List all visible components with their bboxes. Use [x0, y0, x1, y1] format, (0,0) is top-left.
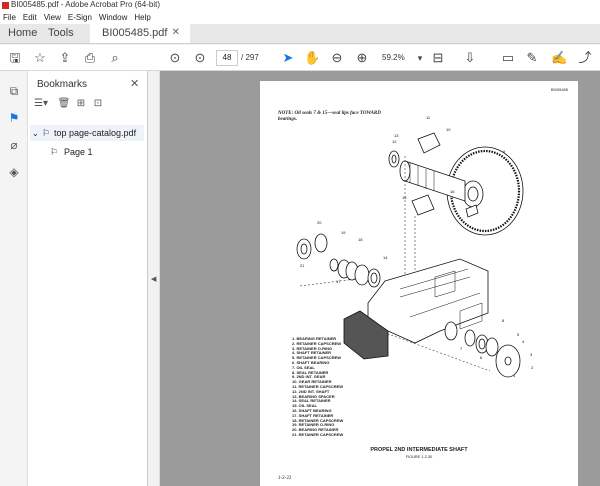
close-tab-icon[interactable]: ✕: [172, 23, 180, 43]
print-icon[interactable]: ⎙: [82, 50, 98, 66]
callout: 19: [341, 230, 346, 235]
callout: 21: [300, 263, 305, 268]
menu-window[interactable]: Window: [99, 13, 127, 22]
zoom-level[interactable]: 59.2%: [382, 50, 405, 66]
callout: 2: [531, 365, 534, 370]
layers-icon[interactable]: ◈: [6, 164, 22, 180]
document-view[interactable]: BI005485 NOTE: Oil seals 7 & 15—seal lip…: [160, 71, 600, 486]
bookmark-add-icon[interactable]: ⊡: [91, 97, 105, 111]
pdf-page: BI005485 NOTE: Oil seals 7 & 15—seal lip…: [260, 81, 578, 486]
left-rail: ⧉ ⚑ ⌀ ◈: [0, 71, 28, 486]
upload-cloud-icon[interactable]: ⇪: [57, 50, 73, 66]
collapse-panel-icon[interactable]: ◀: [151, 275, 156, 283]
menu-edit[interactable]: Edit: [23, 13, 37, 22]
callout: 14: [383, 255, 388, 260]
page-number: 1-2-22: [278, 476, 292, 481]
hand-tool-icon[interactable]: ✋: [304, 50, 320, 66]
page-thumbnails-icon[interactable]: ⧉: [6, 83, 22, 99]
title-bar: BI005485.pdf - Adobe Acrobat Pro (64-bit…: [0, 0, 600, 10]
window-title: BI005485.pdf - Adobe Acrobat Pro (64-bit…: [11, 0, 160, 9]
select-cursor-icon[interactable]: ➤: [280, 50, 296, 66]
bookmark-icon: ⚐: [50, 146, 59, 157]
menu-help[interactable]: Help: [134, 13, 150, 22]
close-icon[interactable]: ✕: [130, 77, 139, 90]
acrobat-icon: [2, 1, 9, 9]
comment-icon[interactable]: ▭: [500, 50, 516, 66]
menu-view[interactable]: View: [44, 13, 61, 22]
page-number-input[interactable]: 48: [216, 50, 238, 66]
zoom-in-icon[interactable]: ⊕: [354, 50, 370, 66]
sign-icon[interactable]: ✍: [551, 50, 567, 66]
callout: 13: [394, 133, 399, 138]
figure-subtitle: FIGURE 1-2-30: [405, 455, 433, 459]
callout: 6: [480, 355, 483, 360]
callout: 5: [517, 332, 520, 337]
menu-bar: File Edit View E-Sign Window Help: [0, 10, 600, 24]
bookmark-item[interactable]: ⚐ Page 1: [50, 144, 140, 160]
callout: 16: [450, 189, 455, 194]
page-fit-icon[interactable]: ⊟: [430, 50, 446, 66]
bookmarks-panel-title: Bookmarks: [37, 79, 88, 90]
bookmark-star-icon[interactable]: ☆: [32, 50, 48, 66]
bookmark-label: top page-catalog.pdf: [54, 128, 137, 138]
figure-title: PROPEL 2ND INTERMEDIATE SHAFT: [370, 447, 468, 453]
highlight-pen-icon[interactable]: ✎: [524, 50, 540, 66]
options-menu-icon[interactable]: ☰▾: [34, 97, 48, 111]
chevron-down-icon[interactable]: ⌄: [32, 129, 42, 138]
main-toolbar: 🖫 ☆ ⇪ ⎙ ⌕ ⊙ ⊙ 48 / 297 ➤ ✋ ⊖ ⊕ 59.2% ▾ ⊟…: [0, 45, 600, 71]
tab-tools[interactable]: Tools: [40, 23, 90, 43]
callout: 7: [460, 346, 463, 351]
next-page-icon[interactable]: ⊙: [192, 50, 208, 66]
parts-legend: 1. BEARING RETAINER 2. RETAINER CAPSCREW…: [292, 336, 344, 438]
tab-document[interactable]: BI005485.pdf ✕: [90, 23, 190, 43]
callout: 4: [522, 339, 525, 344]
bookmarks-toolbar: ☰▾ 🗑 ⊞ ⊡: [34, 97, 105, 111]
previous-page-icon[interactable]: ⊙: [167, 50, 183, 66]
share-icon[interactable]: ⤴: [577, 50, 593, 66]
callout: 9: [503, 149, 506, 154]
scroll-mode-icon[interactable]: ⇩: [462, 50, 478, 66]
bookmarks-panel: Bookmarks ✕ ☰▾ 🗑 ⊞ ⊡ ⌄ ⚐ top page-catalo…: [28, 71, 148, 486]
save-icon[interactable]: 🖫: [7, 50, 23, 66]
menu-file[interactable]: File: [3, 13, 16, 22]
callout: 18: [358, 237, 363, 242]
find-icon[interactable]: ⌕: [107, 50, 123, 66]
bookmark-item[interactable]: ⌄ ⚐ top page-catalog.pdf: [30, 125, 144, 141]
callout: 15: [402, 195, 407, 200]
new-bookmark-icon[interactable]: ⊞: [74, 97, 88, 111]
menu-esign[interactable]: E-Sign: [68, 13, 92, 22]
callout: 12: [392, 139, 397, 144]
bookmark-icon: ⚐: [42, 127, 51, 138]
callout: 8: [502, 318, 505, 323]
page-total: / 297: [241, 53, 259, 62]
bookmark-label: Page 1: [64, 147, 93, 157]
panel-splitter[interactable]: ◀: [148, 71, 160, 486]
callout: 11: [426, 115, 431, 120]
zoom-out-icon[interactable]: ⊖: [329, 50, 345, 66]
delete-icon[interactable]: 🗑: [57, 97, 71, 111]
tab-document-label: BI005485.pdf: [102, 27, 168, 39]
callout: 20: [317, 220, 322, 225]
callout: 10: [446, 127, 451, 132]
callout: 17: [336, 279, 341, 284]
callout: 3: [530, 352, 533, 357]
tab-bar: Home Tools BI005485.pdf ✕: [0, 23, 600, 44]
tab-home[interactable]: Home: [0, 23, 40, 43]
zoom-dropdown-icon[interactable]: ▾: [412, 50, 428, 66]
bookmarks-icon[interactable]: ⚑: [6, 110, 22, 126]
legend-item: 21. RETAINER CAPSCREW: [292, 431, 344, 437]
attachments-icon[interactable]: ⌀: [6, 137, 22, 153]
